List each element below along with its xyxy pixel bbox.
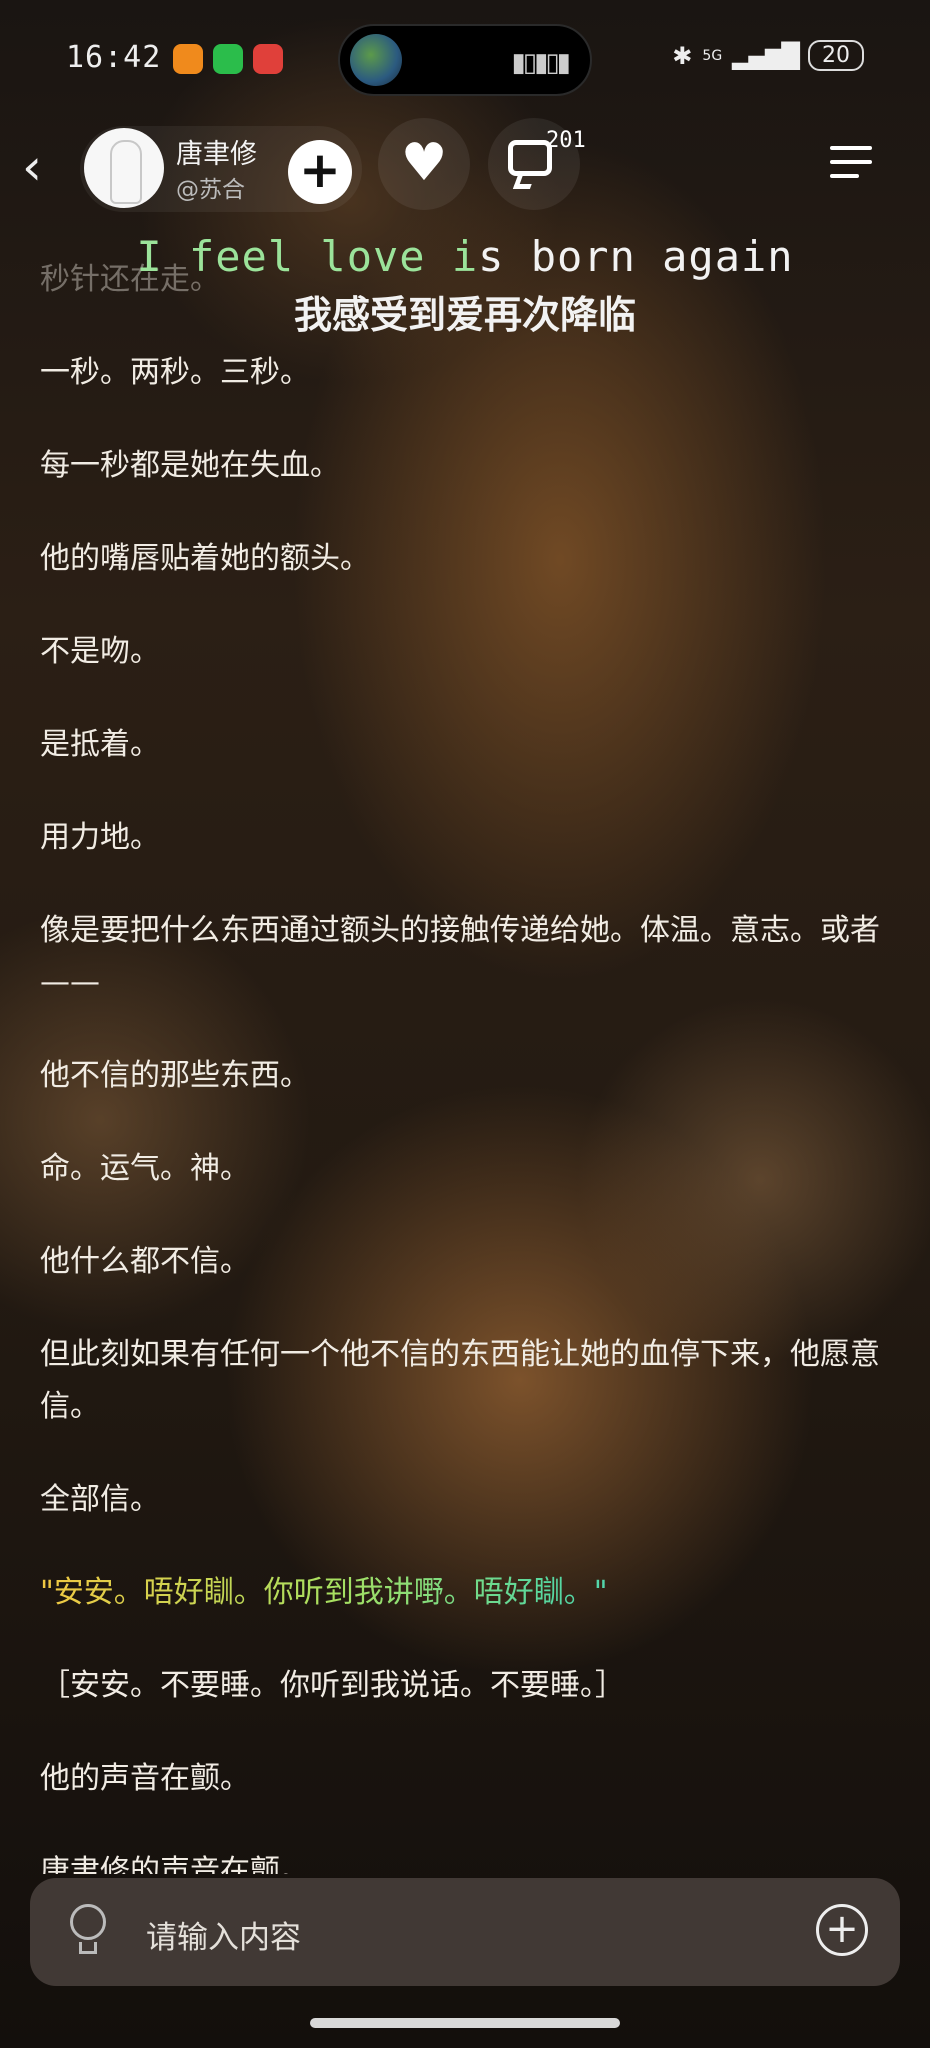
comment-input-placeholder[interactable]: 请输入内容	[146, 1912, 301, 1957]
author-name[interactable]: 唐聿修	[176, 132, 257, 171]
comment-input-bar[interactable]: 请输入内容 +	[30, 1878, 900, 1986]
author-avatar[interactable]	[84, 128, 164, 208]
author-handle: @苏合	[176, 177, 245, 203]
follow-plus-button[interactable]: +	[288, 140, 352, 204]
network-label: 5G	[702, 47, 723, 64]
system-indicators: ✱ 5G ▂▄▆█ 20	[672, 40, 864, 71]
story-content: 秒针还在走。 一秒。两秒。三秒。 每一秒都是她在失血。 他的嘴唇贴着她的额头。 …	[40, 254, 890, 1874]
story-paragraph: 他不信的那些东西。	[40, 1058, 310, 1093]
lyric-sung-part: I feel love i	[136, 232, 479, 281]
avatar-figure-icon	[110, 140, 142, 204]
game-app-icon	[253, 44, 283, 74]
like-heart-icon[interactable]: ♥	[378, 118, 470, 210]
story-paragraph: 是抵着。	[40, 727, 160, 762]
dynamic-island-music[interactable]: ▮▯▮▯▮	[338, 24, 592, 96]
home-indicator[interactable]	[310, 2018, 620, 2028]
story-paragraph: 但此刻如果有任何一个他不信的东西能让她的血停下来，他愿意信。	[40, 1337, 880, 1424]
lyric-english-line[interactable]: I feel love is born again	[0, 232, 930, 281]
dialogue-translation: ［安安。不要睡。你听到我说话。不要睡。］	[40, 1668, 625, 1703]
add-circle-icon[interactable]: +	[816, 1904, 868, 1956]
taobao-app-icon	[173, 44, 203, 74]
story-paragraph: 全部信。	[40, 1482, 160, 1517]
dialogue-cantonese: "安安。唔好瞓。你听到我讲嘢。唔好瞓。"	[40, 1567, 890, 1619]
story-paragraph: 不是吻。	[40, 634, 160, 669]
comment-count: 201	[546, 128, 586, 153]
lyric-unsung-part: s born again	[478, 232, 794, 281]
battery-level: 20	[808, 40, 864, 71]
story-paragraph: 每一秒都是她在失血。	[40, 448, 340, 483]
audio-waveform-icon: ▮▯▮▯▮	[511, 48, 571, 78]
story-paragraph: 他的声音在颤。	[40, 1761, 250, 1796]
story-paragraph: 像是要把什么东西通过额头的接触传递给她。体温。意志。或者——	[40, 913, 880, 1000]
signal-icon: ▂▄▆█	[732, 41, 800, 70]
story-paragraph: 用力地。	[40, 820, 160, 855]
bluetooth-icon: ✱	[672, 41, 693, 70]
album-art-icon	[350, 34, 402, 86]
lyric-chinese-line[interactable]: 我感受到爱再次降临	[0, 284, 930, 339]
lightbulb-icon[interactable]	[68, 1904, 108, 1960]
story-paragraph: 命。运气。神。	[40, 1151, 250, 1186]
menu-list-icon[interactable]	[830, 146, 872, 188]
story-paragraph: 他什么都不信。	[40, 1244, 250, 1279]
status-bar: 16:42 ▮▯▮▯▮ ✱ 5G ▂▄▆█ 20	[0, 0, 930, 120]
story-paragraph: 他的嘴唇贴着她的额头。	[40, 541, 370, 576]
wechat-app-icon	[213, 44, 243, 74]
status-time: 16:42	[66, 40, 162, 75]
back-arrow-icon[interactable]: ‹	[22, 142, 42, 192]
story-paragraph: 一秒。两秒。三秒。	[40, 355, 310, 390]
story-paragraph: 唐聿修的声音在颤。	[40, 1854, 310, 1874]
